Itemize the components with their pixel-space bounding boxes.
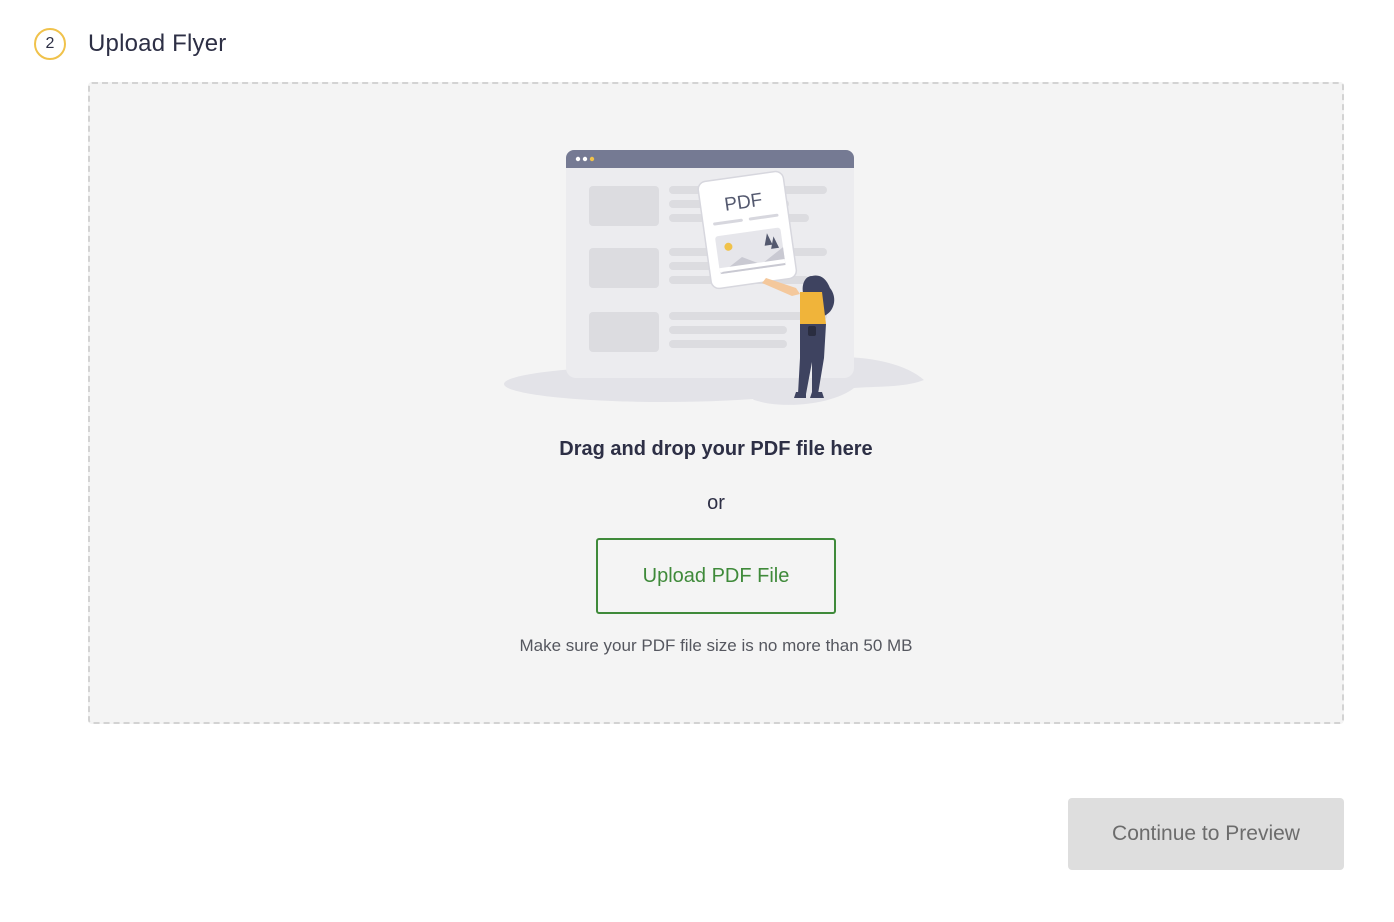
step-header: 2 Upload Flyer — [34, 28, 226, 60]
drag-drop-instruction: Drag and drop your PDF file here — [559, 438, 873, 460]
or-separator: or — [707, 492, 725, 514]
file-size-hint: Make sure your PDF file size is no more … — [519, 636, 913, 655]
step-title: Upload Flyer — [88, 30, 227, 57]
upload-pdf-button[interactable]: Upload PDF File — [596, 538, 836, 614]
continue-to-preview-button[interactable]: Continue to Preview — [1068, 798, 1344, 870]
step-number-badge: 2 — [34, 28, 66, 60]
pdf-dropzone[interactable]: PDF Drag and drop your PDF file here or … — [88, 82, 1344, 724]
pdf-upload-illustration-icon: PDF — [504, 150, 924, 405]
